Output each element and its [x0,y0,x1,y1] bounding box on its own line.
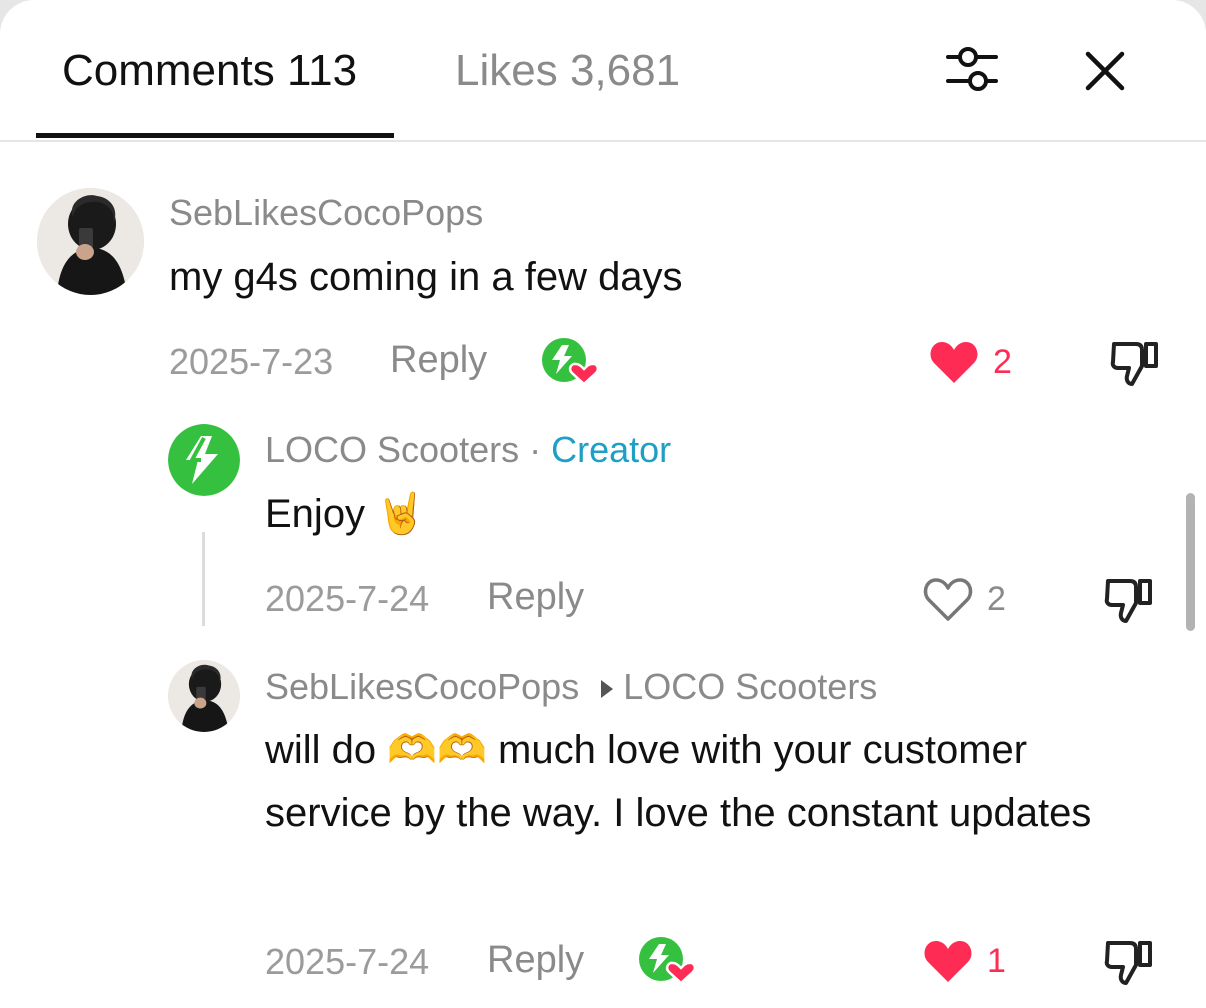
like-count: 2 [993,343,1012,381]
reply-to-username[interactable]: LOCO Scooters [623,666,877,707]
filter-icon[interactable] [942,40,1002,100]
active-tab-indicator [36,133,394,138]
reply-username-text[interactable]: SebLikesCocoPops [265,666,579,707]
reply-text-content: Enjoy [265,492,366,536]
avatar[interactable] [168,660,240,732]
heart-hands-emoji: 🫶🫶 [387,727,487,773]
creator-liked-icon [637,935,697,987]
separator: · [529,429,542,470]
reply-button[interactable]: Reply [487,576,584,619]
reply-date: 2025-7-24 [265,941,430,982]
comment-text: my g4s coming in a few days [169,255,683,299]
reply-username[interactable]: LOCO Scooters · Creator [265,429,671,471]
reply-button[interactable]: Reply [487,939,584,982]
dislike-icon[interactable] [1102,573,1156,627]
creator-liked-icon [540,336,600,388]
comment-date: 2025-7-23 [169,341,334,382]
like-count: 1 [987,942,1006,980]
reply-username-text[interactable]: LOCO Scooters [265,429,519,470]
close-icon[interactable] [1080,46,1130,96]
reply-text: will do 🫶🫶 much love with your customer … [265,719,1145,845]
dislike-icon[interactable] [1102,935,1156,989]
rock-on-emoji: 🤘 [376,491,426,537]
thread-line [202,532,205,626]
tab-likes[interactable]: Likes 3,681 [455,46,680,96]
reply-username[interactable]: SebLikesCocoPops LOCO Scooters [265,666,877,708]
heart-filled-icon[interactable] [922,937,974,985]
reply-arrow-icon [601,680,614,699]
comments-sheet: Comments 113 Likes 3,681 SebLikesCocoPop… [0,0,1206,1008]
heart-outline-icon[interactable] [922,575,974,623]
creator-badge: Creator [551,429,672,470]
reply-text-start: will do [265,728,377,772]
reply-date: 2025-7-24 [265,578,430,619]
comment-username[interactable]: SebLikesCocoPops [169,192,483,234]
tab-comments[interactable]: Comments 113 [62,46,357,96]
heart-filled-icon[interactable] [928,338,980,386]
tab-bar: Comments 113 Likes 3,681 [0,0,1206,142]
reply-button[interactable]: Reply [390,339,487,382]
dislike-icon[interactable] [1108,336,1162,390]
avatar[interactable] [168,424,240,496]
scrollbar[interactable] [1186,493,1195,631]
like-count: 2 [987,580,1006,618]
avatar[interactable] [37,188,144,295]
reply-text: Enjoy 🤘 [265,483,426,546]
